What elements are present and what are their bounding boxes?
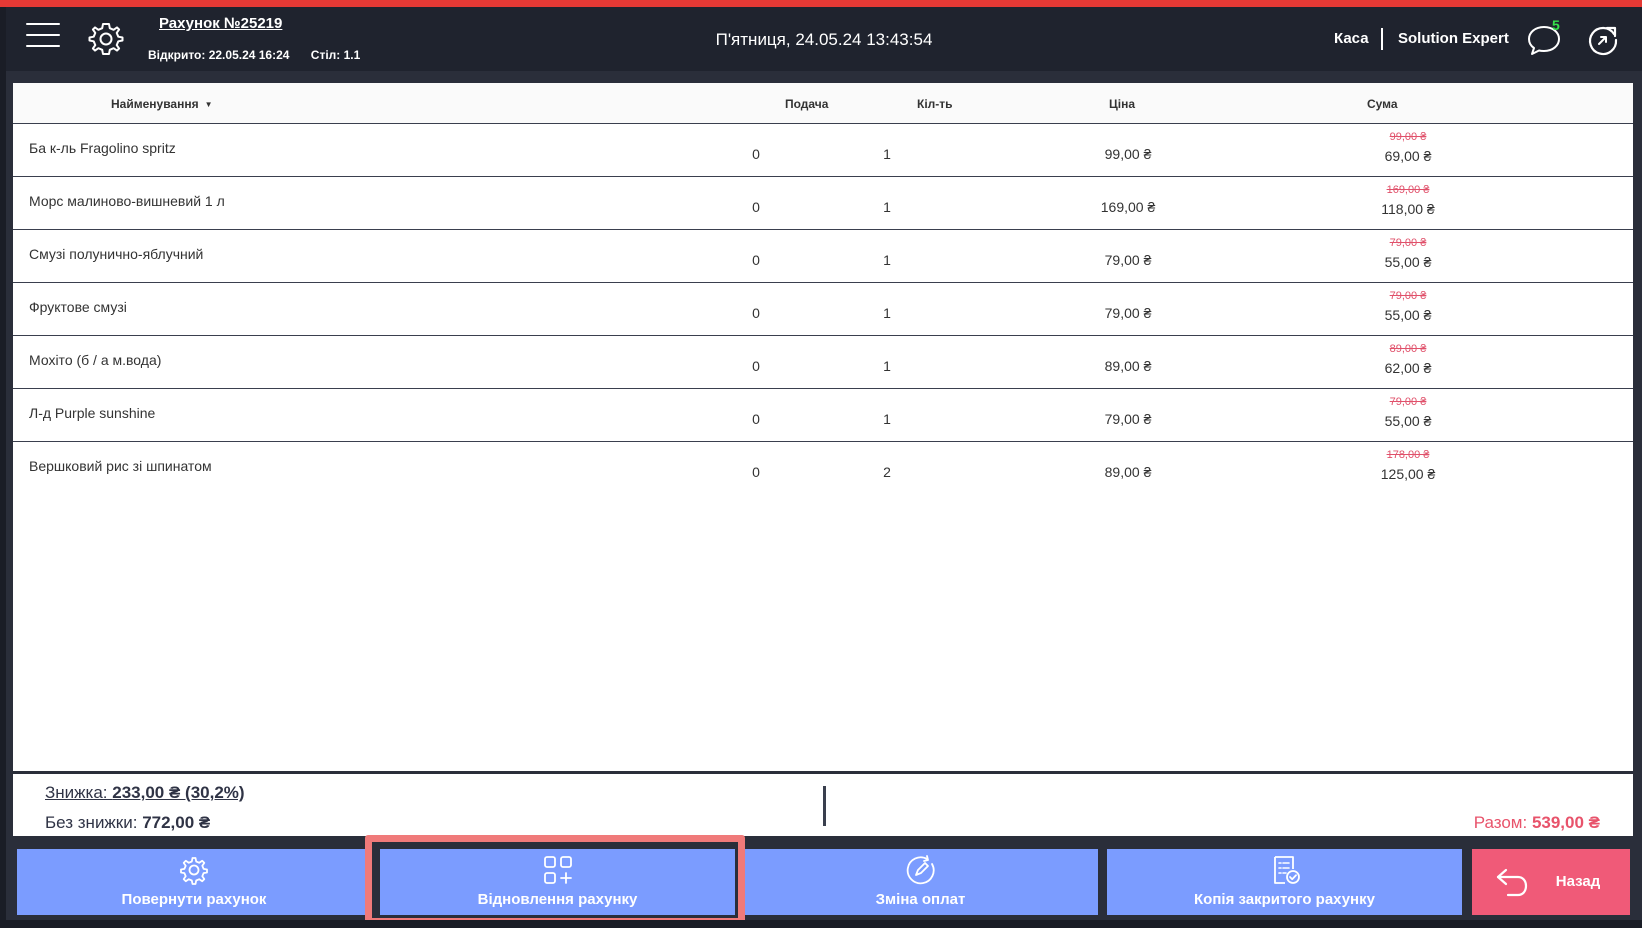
item-old-sum: 79,00 ₴ bbox=[1389, 396, 1427, 408]
item-serve: 0 bbox=[752, 199, 760, 215]
item-sum: 69,00 ₴ bbox=[1384, 148, 1432, 164]
top-accent-bar bbox=[0, 0, 1642, 7]
table-row[interactable]: Мохіто (б / а м.вода) 0 1 89,00 ₴ 89,00 … bbox=[13, 336, 1633, 389]
bill-number-link[interactable]: Рахунок №25219 bbox=[159, 15, 282, 32]
user-name: Solution Expert bbox=[1398, 30, 1509, 47]
header-separator bbox=[1381, 28, 1383, 50]
change-payments-button[interactable]: Зміна оплат bbox=[743, 849, 1098, 915]
table-row[interactable]: Смузі полунично-яблучний 0 1 79,00 ₴ 79,… bbox=[13, 230, 1633, 283]
bill-summary: Знижка: 233,00 ₴ (30,2%) Без знижки: 772… bbox=[13, 774, 1633, 836]
table-row[interactable]: Морс малиново-вишневий 1 л 0 1 169,00 ₴ … bbox=[13, 177, 1633, 230]
summary-divider bbox=[823, 786, 826, 826]
back-arrow-icon bbox=[1496, 868, 1528, 897]
item-serve: 0 bbox=[752, 305, 760, 321]
top-header: Рахунок №25219 Відкрито: 22.05.24 16:24 … bbox=[6, 7, 1642, 71]
refresh-icon[interactable] bbox=[1586, 23, 1620, 57]
item-name: Л-д Purple sunshine bbox=[29, 405, 156, 421]
item-qty: 1 bbox=[883, 252, 891, 268]
grand-total: Разом: 539,00 ₴ bbox=[1473, 813, 1600, 832]
item-sum: 55,00 ₴ bbox=[1384, 307, 1432, 323]
item-serve: 0 bbox=[752, 252, 760, 268]
copy-closed-bill-label: Копія закритого рахунку bbox=[1194, 891, 1375, 908]
settings-gear-icon[interactable] bbox=[88, 21, 124, 57]
item-name: Ба к-ль Fragolino spritz bbox=[29, 140, 176, 156]
menu-icon[interactable] bbox=[26, 23, 60, 53]
back-label: Назад bbox=[1555, 873, 1601, 890]
item-sum: 55,00 ₴ bbox=[1384, 254, 1432, 270]
col-sum-header: Сума bbox=[1367, 97, 1398, 111]
item-name: Вершковий рис зі шпинатом bbox=[29, 458, 212, 474]
item-name: Мохіто (б / а м.вода) bbox=[29, 352, 162, 368]
item-price: 89,00 ₴ bbox=[1104, 464, 1152, 480]
col-qty-header: Кіл-ть bbox=[917, 97, 953, 111]
copy-closed-bill-button[interactable]: Копія закритого рахунку bbox=[1107, 849, 1462, 915]
chat-count-badge: 5 bbox=[1552, 17, 1560, 33]
return-bill-label: Повернути рахунок bbox=[121, 891, 267, 908]
item-name: Морс малиново-вишневий 1 л bbox=[29, 193, 225, 209]
back-button[interactable]: Назад bbox=[1472, 849, 1630, 915]
item-price: 169,00 ₴ bbox=[1100, 199, 1156, 215]
discount-value: 233,00 ₴ (30,2%) bbox=[112, 783, 245, 802]
item-price: 79,00 ₴ bbox=[1104, 252, 1152, 268]
payment-edit-icon bbox=[906, 855, 935, 885]
discount-link[interactable]: Знижка: 233,00 ₴ (30,2%) bbox=[45, 783, 245, 803]
item-sum: 118,00 ₴ bbox=[1381, 201, 1435, 217]
table-row[interactable]: Ба к-ль Fragolino spritz 0 1 99,00 ₴ 99,… bbox=[13, 124, 1633, 177]
item-sum: 62,00 ₴ bbox=[1384, 360, 1432, 376]
item-old-sum: 169,00 ₴ bbox=[1386, 184, 1430, 196]
grand-total-value: 539,00 ₴ bbox=[1531, 813, 1600, 832]
bill-info: Відкрито: 22.05.24 16:24 Стіл: 1.1 bbox=[148, 48, 378, 62]
item-qty: 2 bbox=[883, 464, 891, 480]
change-payments-label: Зміна оплат bbox=[875, 891, 966, 908]
item-price: 89,00 ₴ bbox=[1104, 358, 1152, 374]
bottom-strip bbox=[0, 920, 1642, 928]
no-discount-total: Без знижки: 772,00 ₴ bbox=[45, 813, 211, 832]
item-qty: 1 bbox=[883, 146, 891, 162]
col-price-header: Ціна bbox=[1109, 97, 1136, 111]
item-qty: 1 bbox=[883, 358, 891, 374]
order-items-table: Найменування ▼ Подача Кіл-ть Ціна Сума Ба… bbox=[13, 83, 1633, 771]
item-price: 79,00 ₴ bbox=[1104, 411, 1152, 427]
return-bill-button[interactable]: Повернути рахунок bbox=[17, 849, 371, 915]
item-serve: 0 bbox=[752, 358, 760, 374]
item-qty: 1 bbox=[883, 199, 891, 215]
item-sum: 125,00 ₴ bbox=[1380, 466, 1436, 482]
bill-opened-date: Відкрито: 22.05.24 16:24 bbox=[148, 48, 290, 62]
item-qty: 1 bbox=[883, 411, 891, 427]
left-edge bbox=[0, 7, 6, 928]
table-row[interactable]: Вершковий рис зі шпинатом 0 2 89,00 ₴ 17… bbox=[13, 442, 1633, 495]
item-price: 79,00 ₴ bbox=[1104, 305, 1152, 321]
receipt-check-icon bbox=[1273, 856, 1300, 884]
item-serve: 0 bbox=[752, 464, 760, 480]
no-discount-value: 772,00 ₴ bbox=[142, 813, 211, 832]
table-header: Найменування ▼ Подача Кіл-ть Ціна Сума bbox=[13, 83, 1633, 124]
col-serve-header: Подача bbox=[785, 97, 829, 111]
gear-icon bbox=[180, 857, 208, 885]
table-row[interactable]: Фруктове смузі 0 1 79,00 ₴ 79,00 ₴ 55,00… bbox=[13, 283, 1633, 336]
item-old-sum: 89,00 ₴ bbox=[1389, 343, 1427, 355]
item-old-sum: 79,00 ₴ bbox=[1389, 237, 1427, 249]
item-old-sum: 99,00 ₴ bbox=[1389, 131, 1427, 143]
item-old-sum: 178,00 ₴ bbox=[1386, 449, 1430, 461]
item-serve: 0 bbox=[752, 146, 760, 162]
cashier-label: Каса bbox=[1334, 30, 1369, 47]
table-row[interactable]: Л-д Purple sunshine 0 1 79,00 ₴ 79,00 ₴ … bbox=[13, 389, 1633, 442]
col-name-header[interactable]: Найменування ▼ bbox=[111, 97, 213, 111]
bill-table: Стіл: 1.1 bbox=[310, 48, 361, 62]
item-serve: 0 bbox=[752, 411, 760, 427]
item-old-sum: 79,00 ₴ bbox=[1389, 290, 1427, 302]
sort-down-icon: ▼ bbox=[204, 100, 213, 110]
current-datetime: П'ятниця, 24.05.24 13:43:54 bbox=[715, 30, 933, 49]
item-qty: 1 bbox=[883, 305, 891, 321]
item-price: 99,00 ₴ bbox=[1104, 146, 1152, 162]
item-name: Смузі полунично-яблучний bbox=[29, 246, 204, 262]
item-sum: 55,00 ₴ bbox=[1384, 413, 1432, 429]
item-name: Фруктове смузі bbox=[29, 299, 127, 315]
highlight-frame bbox=[365, 835, 745, 925]
